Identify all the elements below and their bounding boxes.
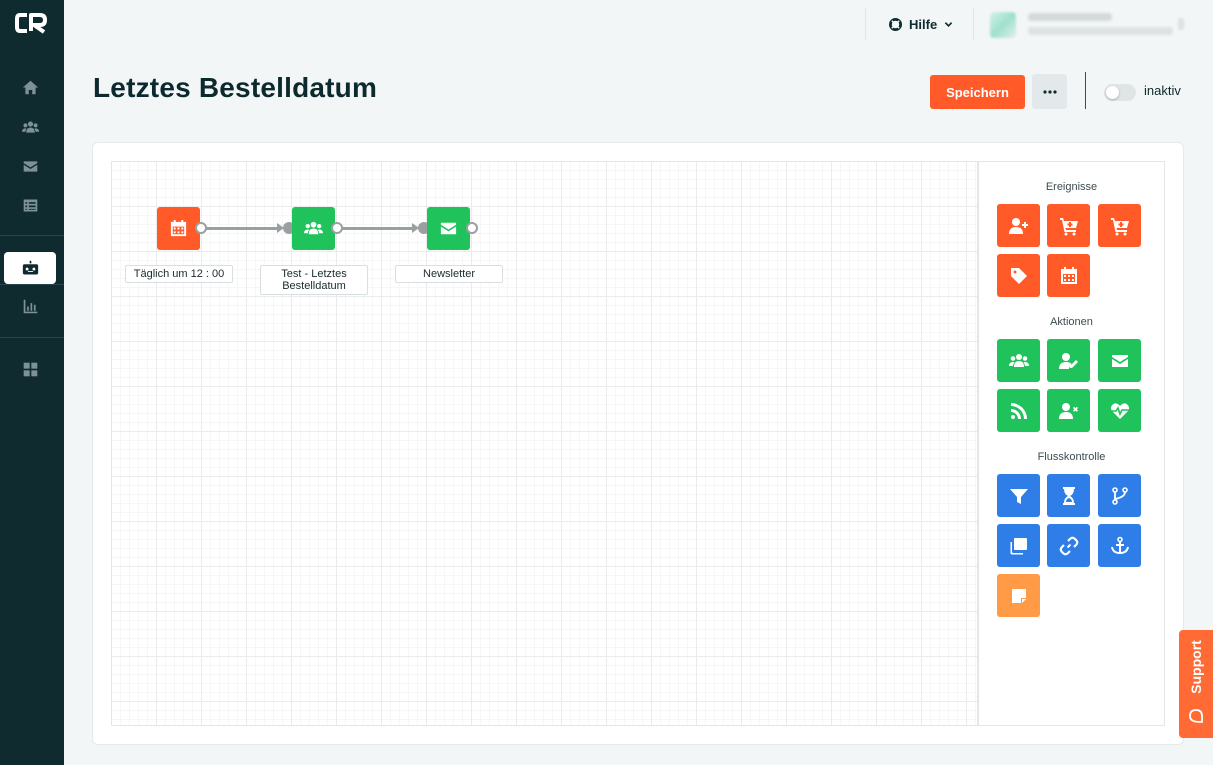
header-divider [1085,72,1086,109]
action-remove-contact-button[interactable] [1047,389,1090,432]
dashboard-icon [23,362,37,376]
node-label: Newsletter [395,265,503,283]
user-plus-icon [1008,217,1028,234]
flow-filter-button[interactable] [997,474,1040,517]
topbar-divider [865,8,866,40]
home-icon [22,80,38,94]
palette-section-title: Flusskontrolle [1037,451,1106,463]
node-output-port[interactable] [331,222,343,234]
calendar-icon [170,219,187,237]
nav-automation[interactable] [4,252,56,284]
nav-apps[interactable] [4,353,56,385]
calendar-icon [1060,266,1077,284]
rss-icon [1010,402,1027,419]
cart-plus-icon [1059,217,1078,235]
users-icon [1008,353,1029,367]
copy-icon [1010,537,1027,554]
sidebar [0,0,64,765]
event-date-button[interactable] [1047,254,1090,297]
chat-bubble-icon [1189,709,1203,723]
support-label-wrap: Support [1183,632,1209,702]
action-edit-contact-button[interactable] [1047,339,1090,382]
flow-link-button[interactable] [1047,524,1090,567]
help-label: Hilfe [909,16,938,32]
mail-icon [23,160,37,172]
topbar-divider [973,8,974,40]
user-menu-redacted[interactable] [1178,18,1184,30]
user-name-redacted [1028,13,1112,21]
page-title: Letztes Bestelldatum [93,72,378,103]
action-health-button[interactable] [1098,389,1141,432]
nav-divider [0,235,64,236]
flow-node-newsletter[interactable] [427,207,470,250]
mail-icon [440,222,457,235]
users-icon [304,221,323,235]
flow-anchor-button[interactable] [1098,524,1141,567]
node-output-port[interactable] [466,222,478,234]
anchor-icon [1110,536,1129,554]
help-menu[interactable]: Hilfe [889,15,953,33]
avatar[interactable] [990,12,1016,38]
nav-reports[interactable] [4,290,56,322]
flow-copy-button[interactable] [997,524,1040,567]
robot-icon [22,260,38,274]
palette-section-title: Aktionen [1050,316,1093,328]
users-icon [21,121,39,133]
chevron-down-icon [944,21,953,27]
list-icon [23,199,37,211]
flow-wait-button[interactable] [1047,474,1090,517]
lifebuoy-icon [889,17,902,31]
support-label: Support [1188,640,1204,694]
action-segment-button[interactable] [997,339,1040,382]
palette-section-title: Ereignisse [1045,181,1098,193]
flow-canvas[interactable] [111,161,978,726]
node-output-port[interactable] [195,222,207,234]
node-label: Test - Letztes Bestelldatum [260,265,368,295]
sticky-note-icon [1011,588,1026,603]
flow-node-segment[interactable] [292,207,335,250]
action-rss-button[interactable] [997,389,1040,432]
branch-icon [1111,486,1128,505]
event-new-contact-button[interactable] [997,204,1040,247]
user-edit-icon [1058,352,1078,369]
cart-icon [1110,217,1129,235]
heartbeat-icon [1110,402,1129,419]
user-remove-icon [1058,402,1078,419]
active-toggle[interactable] [1104,84,1136,101]
filter-icon [1009,488,1028,504]
nav-divider [0,337,64,338]
node-label: Täglich um 12 : 00 [125,265,233,283]
mail-icon [1111,354,1128,367]
nav-contacts[interactable] [4,111,56,143]
flow-connection[interactable] [340,227,414,230]
user-email-redacted [1028,27,1173,35]
nav-home[interactable] [4,71,56,103]
logo-icon[interactable] [15,12,47,34]
nav-lists[interactable] [4,189,56,221]
event-order-button[interactable] [1047,204,1090,247]
hourglass-icon [1062,486,1075,505]
event-abandoned-cart-button[interactable] [1098,204,1141,247]
save-button[interactable]: Speichern [930,75,1025,109]
flow-connection[interactable] [205,227,279,230]
action-send-mail-button[interactable] [1098,339,1141,382]
flow-node-trigger[interactable] [157,207,200,250]
event-tag-button[interactable] [997,254,1040,297]
flow-split-button[interactable] [1098,474,1141,517]
ellipsis-icon [1042,89,1057,94]
link-icon [1059,536,1078,555]
status-label: inaktiv [1144,83,1181,98]
more-options-button[interactable] [1032,74,1067,109]
nav-mails[interactable] [4,150,56,182]
chart-icon [23,299,37,313]
flow-note-button[interactable] [997,574,1040,617]
tag-icon [1010,267,1027,284]
toggle-knob [1106,86,1119,99]
nav-divider [0,284,64,285]
